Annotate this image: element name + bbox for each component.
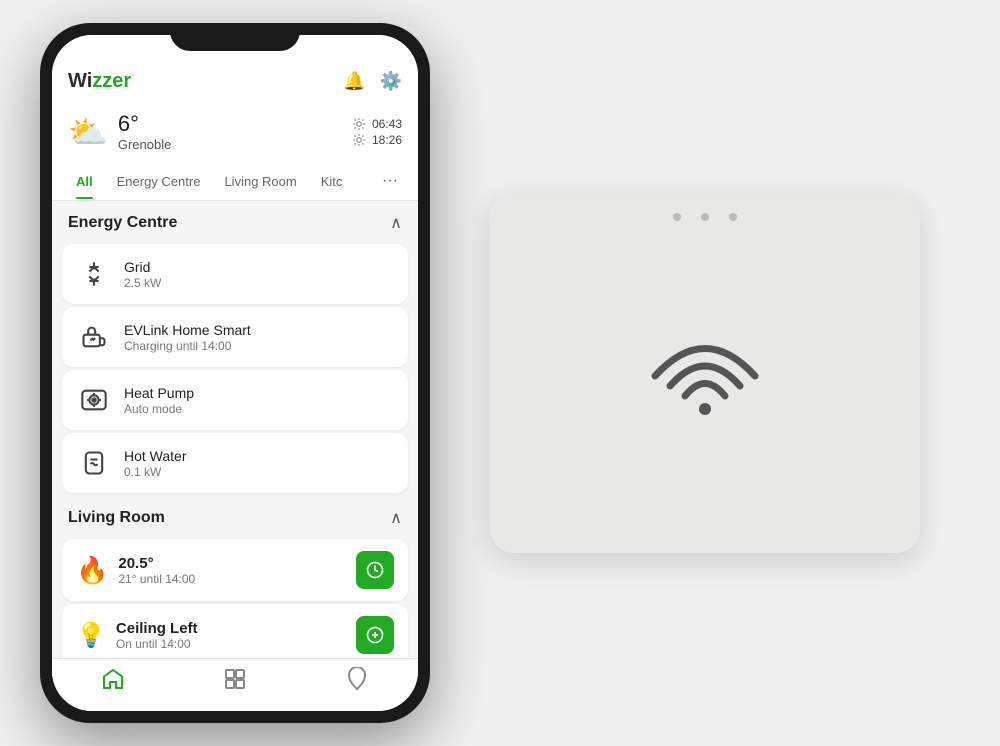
device-ceiling-left[interactable]: 💡 Ceiling Left On until 14:00 [62, 604, 408, 658]
hotwater-name: Hot Water [124, 448, 394, 464]
energy-centre-chevron[interactable]: ∧ [390, 213, 402, 233]
app-logo: Wizzer [68, 70, 131, 93]
device-grid[interactable]: Grid 2.5 kW [62, 244, 408, 304]
ceiling-name: Ceiling Left [116, 620, 346, 637]
bottom-nav-home[interactable] [101, 667, 125, 691]
hotwater-status: 0.1 kW [124, 465, 394, 479]
bottom-nav [52, 658, 418, 711]
nav-more[interactable]: ··· [374, 162, 406, 200]
phone-notch [170, 23, 300, 51]
phone-frame: Wizzer 🔔 ⚙️ ⛅ 6° Grenoble [40, 23, 430, 723]
heatpump-icon [76, 382, 112, 418]
wifi-symbol [650, 331, 760, 416]
dot-3 [729, 213, 737, 221]
weather-left: ⛅ 6° Grenoble [68, 111, 171, 152]
settings-icon[interactable]: ⚙️ [380, 71, 402, 92]
scroll-area[interactable]: Energy Centre ∧ [52, 201, 418, 658]
screen-content: Wizzer 🔔 ⚙️ ⛅ 6° Grenoble [52, 35, 418, 711]
sunrise-value: 06:43 [372, 117, 402, 131]
phone-screen: Wizzer 🔔 ⚙️ ⛅ 6° Grenoble [52, 35, 418, 711]
weather-bar: ⛅ 6° Grenoble 06:43 18:26 [52, 103, 418, 162]
ceiling-action-button[interactable] [356, 616, 394, 654]
bottom-nav-leaf[interactable] [345, 667, 369, 691]
hub-indicator-dots [673, 213, 737, 221]
weather-right: 06:43 18:26 [352, 117, 402, 147]
heatpump-info: Heat Pump Auto mode [124, 385, 394, 416]
sunset-time: 18:26 [352, 133, 402, 147]
ceiling-status: On until 14:00 [116, 637, 346, 651]
scene: Wizzer 🔔 ⚙️ ⛅ 6° Grenoble [0, 0, 1000, 746]
device-hotwater[interactable]: Hot Water 0.1 kW [62, 433, 408, 493]
cloud-icon: ⛅ [68, 113, 108, 151]
bottom-nav-grid[interactable] [223, 667, 247, 691]
device-temperature[interactable]: 🔥 20.5° 21° until 14:00 [62, 539, 408, 601]
temp-info: 20.5° 21° until 14:00 [118, 555, 346, 586]
grid-icon [76, 256, 112, 292]
grid-info: Grid 2.5 kW [124, 259, 394, 290]
living-room-header: Living Room ∧ [52, 496, 418, 536]
grid-status: 2.5 kW [124, 276, 394, 290]
evlink-name: EVLink Home Smart [124, 322, 394, 338]
dot-1 [673, 213, 681, 221]
bell-icon[interactable]: 🔔 [343, 71, 365, 92]
tab-living-room[interactable]: Living Room [212, 164, 308, 199]
temp-value: 20.5° [118, 555, 346, 572]
flame-icon: 🔥 [76, 555, 108, 586]
living-room-chevron[interactable]: ∧ [390, 508, 402, 528]
ceiling-info: Ceiling Left On until 14:00 [116, 620, 346, 651]
header-icons: 🔔 ⚙️ [343, 71, 402, 92]
weather-info: 6° Grenoble [118, 111, 171, 152]
grid-name: Grid [124, 259, 394, 275]
weather-temp: 6° [118, 111, 171, 137]
tab-energy-centre[interactable]: Energy Centre [105, 164, 213, 199]
tab-all[interactable]: All [64, 164, 105, 199]
tab-kitchen[interactable]: Kitc [309, 164, 355, 199]
nav-tabs: All Energy Centre Living Room Kitc ··· [52, 162, 418, 201]
temp-sub: 21° until 14:00 [118, 572, 346, 586]
energy-centre-header: Energy Centre ∧ [52, 201, 418, 241]
weather-city: Grenoble [118, 137, 171, 152]
living-room-title: Living Room [68, 509, 165, 527]
hotwater-info: Hot Water 0.1 kW [124, 448, 394, 479]
temp-action-button[interactable] [356, 551, 394, 589]
wifi-hub [490, 193, 920, 553]
hotwater-icon [76, 445, 112, 481]
heatpump-name: Heat Pump [124, 385, 394, 401]
ev-icon [76, 319, 112, 355]
energy-centre-title: Energy Centre [68, 214, 177, 232]
evlink-status: Charging until 14:00 [124, 339, 394, 353]
bulb-icon: 💡 [76, 621, 106, 650]
dot-2 [701, 213, 709, 221]
evlink-info: EVLink Home Smart Charging until 14:00 [124, 322, 394, 353]
sunrise-time: 06:43 [352, 117, 402, 131]
sunset-value: 18:26 [372, 133, 402, 147]
device-heatpump[interactable]: Heat Pump Auto mode [62, 370, 408, 430]
heatpump-status: Auto mode [124, 402, 394, 416]
device-evlink[interactable]: EVLink Home Smart Charging until 14:00 [62, 307, 408, 367]
